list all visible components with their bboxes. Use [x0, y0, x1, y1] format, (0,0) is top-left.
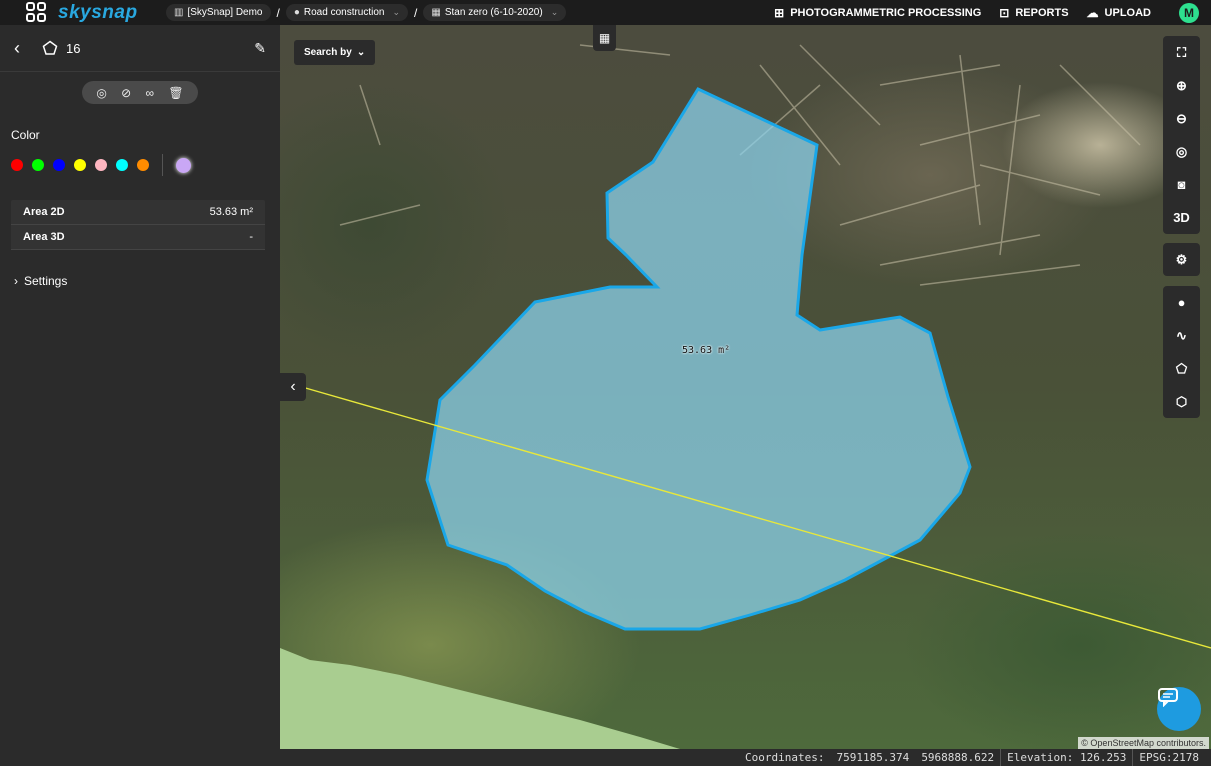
logo-text: skysnap — [58, 1, 138, 23]
map-view[interactable]: Search by ⌄ ▦ ‹ 53.63 m² ⛶ ⊕ ⊖ ◎ ◙ 3D ⚙ … — [280, 25, 1211, 749]
calendar-button[interactable]: ▦ — [593, 25, 616, 51]
area-label: 53.63 m² — [682, 345, 731, 356]
status-bar: Coordinates: 7591185.374 5968888.622 Ele… — [280, 749, 1211, 766]
back-arrow-icon[interactable]: ‹ — [14, 38, 34, 59]
upload-button[interactable]: ☁ UPLOAD — [1087, 6, 1151, 20]
prop-value: - — [249, 231, 253, 243]
table-row: Area 3D - — [11, 225, 265, 250]
measure-toolbar: ● ∿ ⬠ ⬡ — [1163, 286, 1200, 418]
search-by-dropdown[interactable]: Search by ⌄ — [294, 40, 376, 65]
point-marker-icon[interactable]: ● — [1163, 286, 1200, 319]
chat-icon — [1158, 688, 1178, 707]
3d-view-button[interactable]: 3D — [1163, 201, 1200, 234]
color-swatches — [11, 154, 280, 176]
settings-label: Settings — [24, 274, 68, 288]
map-overlay — [280, 44, 1211, 749]
color-swatch-blue[interactable] — [53, 159, 65, 171]
color-swatch-red[interactable] — [11, 159, 23, 171]
sidebar-header: ‹ 16 ✎ — [0, 25, 280, 72]
color-swatch-green[interactable] — [32, 159, 44, 171]
color-label: Color — [11, 128, 40, 142]
prop-value: 53.63 m² — [209, 206, 253, 218]
coordinate-y: 5968888.622 — [921, 751, 995, 764]
camera-icon[interactable]: ◙ — [1163, 168, 1200, 201]
measurement-title: 16 — [66, 40, 81, 56]
fullscreen-icon[interactable]: ⛶ — [1163, 36, 1200, 69]
upload-label: UPLOAD — [1104, 6, 1151, 19]
collapse-sidebar-button[interactable]: ‹ — [280, 373, 306, 401]
edit-pencil-icon[interactable]: ✎ — [254, 40, 266, 57]
properties-table: Area 2D 53.63 m² Area 3D - — [11, 200, 265, 250]
color-swatch-pink[interactable] — [95, 159, 107, 171]
gear-icon[interactable]: ⚙ — [1163, 243, 1200, 276]
breadcrumb-separator: / — [276, 5, 280, 20]
sidebar: ‹ 16 ✎ ◎ ⊘ ∞ 🗑 Color Area 2D 53.63 m² Ar… — [0, 25, 280, 766]
chevron-down-icon: ⌄ — [392, 7, 401, 17]
logo[interactable]: skysnap — [0, 1, 166, 24]
color-swatch-orange[interactable] — [137, 159, 149, 171]
breadcrumb-label: Road construction — [303, 7, 385, 18]
hide-icon[interactable]: ⊘ — [121, 86, 131, 100]
color-swatch-yellow[interactable] — [74, 159, 86, 171]
avatar[interactable]: M — [1179, 2, 1199, 23]
report-icon: ⊡ — [999, 5, 1010, 20]
chevron-left-icon: ‹ — [290, 378, 296, 395]
calendar-icon: ▦ — [431, 7, 441, 18]
search-by-label: Search by — [304, 47, 352, 58]
location-pin-icon: ● — [293, 7, 300, 18]
chat-support-button[interactable] — [1157, 687, 1201, 731]
top-bar: skysnap ▥ [SkySnap] Demo / ● Road constr… — [0, 0, 1211, 25]
processing-label: PHOTOGRAMMETRIC PROCESSING — [790, 6, 982, 19]
breadcrumb-separator: / — [414, 5, 418, 20]
table-row: Area 2D 53.63 m² — [11, 200, 265, 225]
map-settings-toolbar: ⚙ — [1163, 243, 1200, 276]
osm-attribution[interactable]: © OpenStreetMap contributors. — [1078, 737, 1209, 749]
zoom-out-icon[interactable]: ⊖ — [1163, 102, 1200, 135]
chevron-down-icon: ⌄ — [550, 7, 559, 17]
logo-icon — [26, 1, 52, 24]
coordinate-x: 7591185.374 — [836, 751, 910, 764]
breadcrumb-dataset[interactable]: ▦ Stan zero (6-10-2020) ⌄ — [423, 4, 567, 21]
delete-icon[interactable]: 🗑 — [168, 86, 183, 100]
osm-landuse-area — [280, 648, 680, 749]
map-view-toolbar: ⛶ ⊕ ⊖ ◎ ◙ 3D — [1163, 36, 1200, 234]
prop-key: Area 2D — [23, 206, 65, 218]
my-location-icon[interactable]: ◎ — [1163, 135, 1200, 168]
volume-cube-icon[interactable]: ⬡ — [1163, 385, 1200, 418]
chevron-right-icon: › — [14, 274, 18, 288]
polygon-icon — [42, 40, 58, 55]
epsg-code: EPSG:2178 — [1139, 751, 1199, 764]
zoom-in-icon[interactable]: ⊕ — [1163, 69, 1200, 102]
color-swatch-cyan[interactable] — [116, 159, 128, 171]
divider — [162, 154, 163, 176]
building-icon: ▥ — [174, 7, 184, 18]
calendar-icon: ▦ — [598, 31, 611, 45]
prop-key: Area 3D — [23, 231, 65, 243]
settings-expander[interactable]: › Settings — [14, 274, 280, 288]
polygon-tool-icon[interactable]: ⬠ — [1163, 352, 1200, 385]
polyline-icon[interactable]: ∿ — [1163, 319, 1200, 352]
cloud-upload-icon: ☁ — [1086, 5, 1099, 20]
breadcrumb-organization[interactable]: ▥ [SkySnap] Demo — [166, 4, 271, 21]
breadcrumb-label: [SkySnap] Demo — [187, 7, 263, 18]
locate-icon[interactable]: ◎ — [96, 86, 106, 100]
add-image-icon: ⊞ — [774, 5, 785, 20]
breadcrumb-project[interactable]: ● Road construction ⌄ — [285, 4, 409, 21]
breadcrumb-label: Stan zero (6-10-2020) — [444, 7, 543, 18]
elevation: Elevation: 126.253 — [1007, 751, 1127, 764]
selected-color-swatch[interactable] — [176, 157, 191, 173]
link-icon[interactable]: ∞ — [146, 86, 155, 100]
measurement-toolbar: ◎ ⊘ ∞ 🗑 — [82, 81, 198, 104]
chevron-down-icon: ⌄ — [356, 47, 366, 58]
reports-label: REPORTS — [1015, 6, 1069, 19]
reports-button[interactable]: ⊡ REPORTS — [999, 6, 1068, 20]
photogrammetric-processing-button[interactable]: ⊞ PHOTOGRAMMETRIC PROCESSING — [774, 6, 981, 20]
coordinates-label: Coordinates: — [744, 751, 825, 764]
area-polygon[interactable] — [425, 87, 972, 631]
